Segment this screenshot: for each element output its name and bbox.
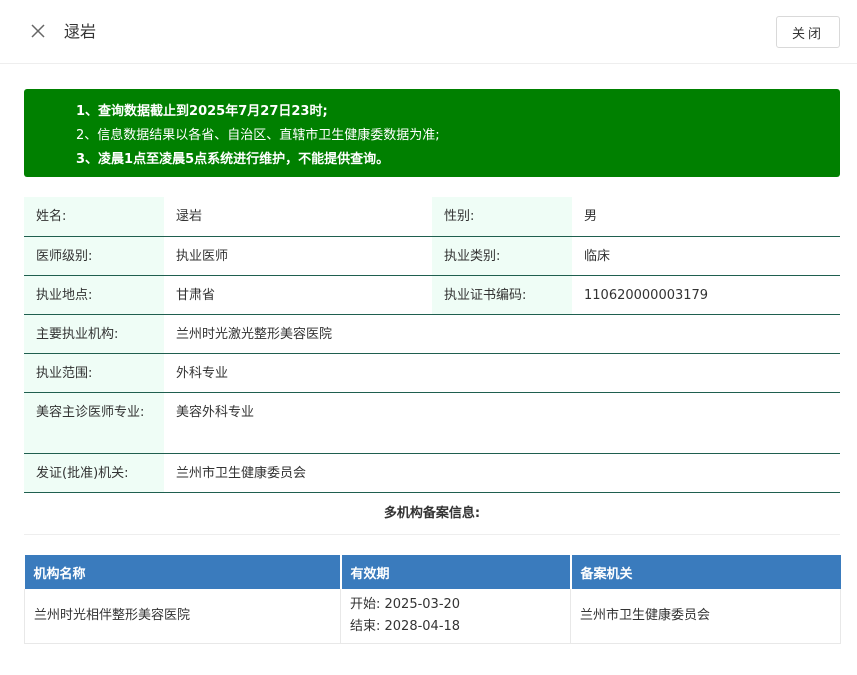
dialog-header: 逯岩 关闭 [0, 0, 857, 64]
multi-institution-table: 机构名称 有效期 备案机关 兰州时光相伴整形美容医院 开始: 2025-03-2… [24, 555, 841, 644]
table-row: 姓名: 逯岩 性别: 男 [24, 197, 840, 237]
institution-value: 兰州时光激光整形美容医院 [164, 314, 840, 354]
table-row: 执业地点: 甘肃省 执业证书编码: 110620000003179 [24, 275, 840, 315]
institution-label: 主要执业机构: [24, 314, 164, 354]
notice-banner: 1、查询数据截止到2025年7月27日23时; 2、信息数据结果以各省、自治区、… [24, 89, 840, 177]
cert-label: 执业证书编码: [432, 275, 572, 315]
type-value: 临床 [572, 236, 840, 276]
notice-line-2: 2、信息数据结果以各省、自治区、直辖市卫生健康委数据为准; [76, 128, 440, 143]
col-header-validity: 有效期 [340, 555, 572, 589]
name-label: 姓名: [24, 197, 164, 237]
name-value: 逯岩 [164, 197, 432, 237]
issuer-label: 发证(批准)机关: [24, 453, 164, 493]
cert-value: 110620000003179 [572, 275, 840, 315]
close-icon[interactable] [28, 21, 48, 41]
notice-line-3: 3、凌晨1点至凌晨5点系统进行维护，不能提供查询。 [76, 152, 390, 167]
table-row: 主要执业机构: 兰州时光激光整形美容医院 [24, 314, 840, 354]
cosmetic-value: 美容外科专业 [164, 392, 840, 454]
gender-value: 男 [572, 197, 840, 237]
table-row: 医师级别: 执业医师 执业类别: 临床 [24, 236, 840, 276]
validity-cell: 开始: 2025-03-20 结束: 2028-04-18 [340, 589, 571, 644]
cosmetic-label: 美容主诊医师专业: [24, 392, 164, 454]
location-value: 甘肃省 [164, 275, 432, 315]
close-button[interactable]: 关闭 [776, 16, 840, 48]
doctor-info-table: 姓名: 逯岩 性别: 男 医师级别: 执业医师 执业类别: 临床 执业地点: 甘… [24, 197, 840, 493]
multi-institution-title: 多机构备案信息: [24, 492, 840, 535]
scope-label: 执业范围: [24, 353, 164, 393]
validity-end: 结束: 2028-04-18 [350, 618, 461, 634]
authority-cell: 兰州市卫生健康委员会 [570, 589, 841, 644]
org-name-cell: 兰州时光相伴整形美容医院 [24, 589, 341, 644]
scope-value: 外科专业 [164, 353, 840, 393]
issuer-value: 兰州市卫生健康委员会 [164, 453, 840, 493]
table-row: 美容主诊医师专业: 美容外科专业 [24, 392, 840, 454]
level-label: 医师级别: [24, 236, 164, 276]
type-label: 执业类别: [432, 236, 572, 276]
level-value: 执业医师 [164, 236, 432, 276]
table-row: 兰州时光相伴整形美容医院 开始: 2025-03-20 结束: 2028-04-… [24, 589, 841, 644]
notice-line-1: 1、查询数据截止到2025年7月27日23时; [76, 104, 328, 119]
gender-label: 性别: [432, 197, 572, 237]
table-row: 发证(批准)机关: 兰州市卫生健康委员会 [24, 453, 840, 493]
table-row: 执业范围: 外科专业 [24, 353, 840, 393]
col-header-org: 机构名称 [24, 555, 342, 589]
table-header-row: 机构名称 有效期 备案机关 [24, 555, 841, 589]
col-header-authority: 备案机关 [570, 555, 841, 589]
location-label: 执业地点: [24, 275, 164, 315]
dialog-title: 逯岩 [64, 22, 97, 41]
validity-start: 开始: 2025-03-20 [350, 596, 461, 612]
